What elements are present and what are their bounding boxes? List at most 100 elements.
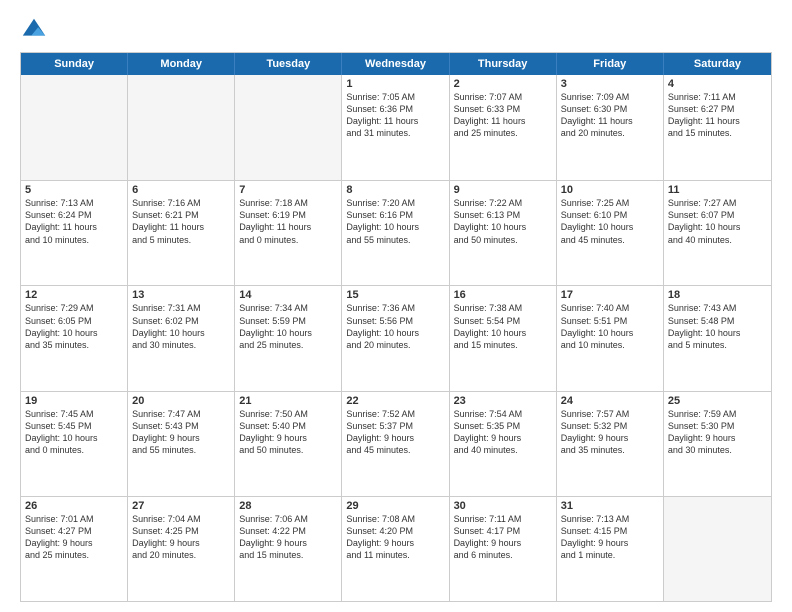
calendar-day-9: 9Sunrise: 7:22 AM Sunset: 6:13 PM Daylig…: [450, 181, 557, 285]
calendar-day-empty: [128, 75, 235, 180]
day-content: Sunrise: 7:45 AM Sunset: 5:45 PM Dayligh…: [25, 408, 123, 457]
calendar-day-3: 3Sunrise: 7:09 AM Sunset: 6:30 PM Daylig…: [557, 75, 664, 180]
calendar-day-14: 14Sunrise: 7:34 AM Sunset: 5:59 PM Dayli…: [235, 286, 342, 390]
calendar-day-28: 28Sunrise: 7:06 AM Sunset: 4:22 PM Dayli…: [235, 497, 342, 601]
day-content: Sunrise: 7:34 AM Sunset: 5:59 PM Dayligh…: [239, 302, 337, 351]
calendar-body: 1Sunrise: 7:05 AM Sunset: 6:36 PM Daylig…: [21, 75, 771, 601]
calendar-day-6: 6Sunrise: 7:16 AM Sunset: 6:21 PM Daylig…: [128, 181, 235, 285]
calendar-day-8: 8Sunrise: 7:20 AM Sunset: 6:16 PM Daylig…: [342, 181, 449, 285]
calendar-day-30: 30Sunrise: 7:11 AM Sunset: 4:17 PM Dayli…: [450, 497, 557, 601]
header-day-wednesday: Wednesday: [342, 53, 449, 75]
day-number: 31: [561, 500, 659, 512]
day-number: 13: [132, 289, 230, 301]
day-content: Sunrise: 7:05 AM Sunset: 6:36 PM Dayligh…: [346, 91, 444, 140]
day-number: 18: [668, 289, 767, 301]
day-number: 11: [668, 184, 767, 196]
calendar-day-1: 1Sunrise: 7:05 AM Sunset: 6:36 PM Daylig…: [342, 75, 449, 180]
day-content: Sunrise: 7:13 AM Sunset: 6:24 PM Dayligh…: [25, 197, 123, 246]
day-content: Sunrise: 7:04 AM Sunset: 4:25 PM Dayligh…: [132, 513, 230, 562]
header-day-friday: Friday: [557, 53, 664, 75]
calendar-day-21: 21Sunrise: 7:50 AM Sunset: 5:40 PM Dayli…: [235, 392, 342, 496]
header-day-sunday: Sunday: [21, 53, 128, 75]
day-content: Sunrise: 7:11 AM Sunset: 6:27 PM Dayligh…: [668, 91, 767, 140]
calendar-week-1: 1Sunrise: 7:05 AM Sunset: 6:36 PM Daylig…: [21, 75, 771, 180]
calendar-day-empty: [21, 75, 128, 180]
day-content: Sunrise: 7:22 AM Sunset: 6:13 PM Dayligh…: [454, 197, 552, 246]
day-content: Sunrise: 7:54 AM Sunset: 5:35 PM Dayligh…: [454, 408, 552, 457]
day-number: 25: [668, 395, 767, 407]
calendar-week-5: 26Sunrise: 7:01 AM Sunset: 4:27 PM Dayli…: [21, 496, 771, 601]
logo: [20, 16, 52, 44]
day-content: Sunrise: 7:36 AM Sunset: 5:56 PM Dayligh…: [346, 302, 444, 351]
day-content: Sunrise: 7:25 AM Sunset: 6:10 PM Dayligh…: [561, 197, 659, 246]
day-number: 29: [346, 500, 444, 512]
day-content: Sunrise: 7:52 AM Sunset: 5:37 PM Dayligh…: [346, 408, 444, 457]
page: SundayMondayTuesdayWednesdayThursdayFrid…: [0, 0, 792, 612]
calendar-day-4: 4Sunrise: 7:11 AM Sunset: 6:27 PM Daylig…: [664, 75, 771, 180]
day-number: 30: [454, 500, 552, 512]
day-number: 14: [239, 289, 337, 301]
day-number: 17: [561, 289, 659, 301]
calendar-week-3: 12Sunrise: 7:29 AM Sunset: 6:05 PM Dayli…: [21, 285, 771, 390]
header-day-thursday: Thursday: [450, 53, 557, 75]
day-content: Sunrise: 7:20 AM Sunset: 6:16 PM Dayligh…: [346, 197, 444, 246]
calendar-day-15: 15Sunrise: 7:36 AM Sunset: 5:56 PM Dayli…: [342, 286, 449, 390]
calendar-day-empty: [664, 497, 771, 601]
calendar-day-5: 5Sunrise: 7:13 AM Sunset: 6:24 PM Daylig…: [21, 181, 128, 285]
day-content: Sunrise: 7:57 AM Sunset: 5:32 PM Dayligh…: [561, 408, 659, 457]
calendar-day-7: 7Sunrise: 7:18 AM Sunset: 6:19 PM Daylig…: [235, 181, 342, 285]
calendar-day-empty: [235, 75, 342, 180]
day-content: Sunrise: 7:09 AM Sunset: 6:30 PM Dayligh…: [561, 91, 659, 140]
calendar-day-22: 22Sunrise: 7:52 AM Sunset: 5:37 PM Dayli…: [342, 392, 449, 496]
day-number: 2: [454, 78, 552, 90]
header-day-saturday: Saturday: [664, 53, 771, 75]
day-content: Sunrise: 7:43 AM Sunset: 5:48 PM Dayligh…: [668, 302, 767, 351]
day-number: 4: [668, 78, 767, 90]
day-content: Sunrise: 7:11 AM Sunset: 4:17 PM Dayligh…: [454, 513, 552, 562]
day-number: 28: [239, 500, 337, 512]
day-number: 12: [25, 289, 123, 301]
day-content: Sunrise: 7:59 AM Sunset: 5:30 PM Dayligh…: [668, 408, 767, 457]
day-content: Sunrise: 7:50 AM Sunset: 5:40 PM Dayligh…: [239, 408, 337, 457]
header: [20, 16, 772, 44]
header-day-monday: Monday: [128, 53, 235, 75]
day-number: 3: [561, 78, 659, 90]
calendar-day-26: 26Sunrise: 7:01 AM Sunset: 4:27 PM Dayli…: [21, 497, 128, 601]
day-number: 5: [25, 184, 123, 196]
calendar-day-20: 20Sunrise: 7:47 AM Sunset: 5:43 PM Dayli…: [128, 392, 235, 496]
day-number: 23: [454, 395, 552, 407]
calendar-day-13: 13Sunrise: 7:31 AM Sunset: 6:02 PM Dayli…: [128, 286, 235, 390]
day-number: 27: [132, 500, 230, 512]
day-number: 1: [346, 78, 444, 90]
day-content: Sunrise: 7:13 AM Sunset: 4:15 PM Dayligh…: [561, 513, 659, 562]
day-number: 20: [132, 395, 230, 407]
header-day-tuesday: Tuesday: [235, 53, 342, 75]
day-number: 24: [561, 395, 659, 407]
day-content: Sunrise: 7:27 AM Sunset: 6:07 PM Dayligh…: [668, 197, 767, 246]
day-content: Sunrise: 7:31 AM Sunset: 6:02 PM Dayligh…: [132, 302, 230, 351]
day-number: 8: [346, 184, 444, 196]
logo-icon: [20, 16, 48, 44]
calendar-day-17: 17Sunrise: 7:40 AM Sunset: 5:51 PM Dayli…: [557, 286, 664, 390]
day-number: 21: [239, 395, 337, 407]
calendar-day-2: 2Sunrise: 7:07 AM Sunset: 6:33 PM Daylig…: [450, 75, 557, 180]
calendar-day-27: 27Sunrise: 7:04 AM Sunset: 4:25 PM Dayli…: [128, 497, 235, 601]
day-content: Sunrise: 7:47 AM Sunset: 5:43 PM Dayligh…: [132, 408, 230, 457]
day-content: Sunrise: 7:06 AM Sunset: 4:22 PM Dayligh…: [239, 513, 337, 562]
day-content: Sunrise: 7:38 AM Sunset: 5:54 PM Dayligh…: [454, 302, 552, 351]
calendar-header: SundayMondayTuesdayWednesdayThursdayFrid…: [21, 53, 771, 75]
calendar-week-4: 19Sunrise: 7:45 AM Sunset: 5:45 PM Dayli…: [21, 391, 771, 496]
calendar-day-18: 18Sunrise: 7:43 AM Sunset: 5:48 PM Dayli…: [664, 286, 771, 390]
calendar-day-29: 29Sunrise: 7:08 AM Sunset: 4:20 PM Dayli…: [342, 497, 449, 601]
calendar-day-10: 10Sunrise: 7:25 AM Sunset: 6:10 PM Dayli…: [557, 181, 664, 285]
day-content: Sunrise: 7:29 AM Sunset: 6:05 PM Dayligh…: [25, 302, 123, 351]
day-number: 6: [132, 184, 230, 196]
day-content: Sunrise: 7:40 AM Sunset: 5:51 PM Dayligh…: [561, 302, 659, 351]
day-content: Sunrise: 7:07 AM Sunset: 6:33 PM Dayligh…: [454, 91, 552, 140]
calendar-week-2: 5Sunrise: 7:13 AM Sunset: 6:24 PM Daylig…: [21, 180, 771, 285]
calendar-day-23: 23Sunrise: 7:54 AM Sunset: 5:35 PM Dayli…: [450, 392, 557, 496]
day-number: 16: [454, 289, 552, 301]
day-content: Sunrise: 7:08 AM Sunset: 4:20 PM Dayligh…: [346, 513, 444, 562]
day-number: 9: [454, 184, 552, 196]
calendar-day-31: 31Sunrise: 7:13 AM Sunset: 4:15 PM Dayli…: [557, 497, 664, 601]
